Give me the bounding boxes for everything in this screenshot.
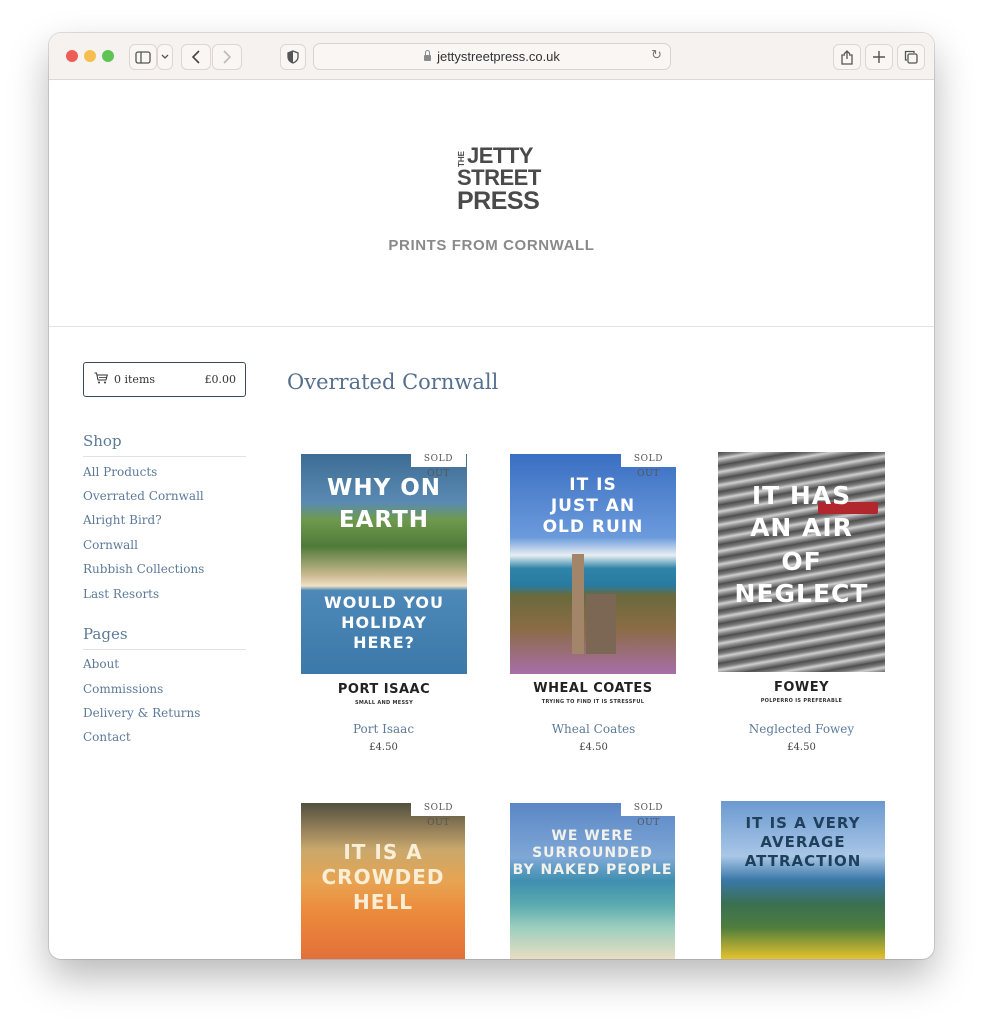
sidebar-toggle-button[interactable]: [129, 44, 157, 70]
chevron-down-icon: [161, 54, 169, 59]
cart-total: £0.00: [204, 373, 237, 386]
poster-subcaption: POLPERRO IS PREFERABLE: [760, 698, 843, 704]
sidebar-link-all-products[interactable]: All Products: [83, 465, 157, 479]
poster-subcaption: TRYING TO FIND IT IS STRESSFUL: [541, 699, 645, 705]
engine-house-chimney: [572, 554, 584, 654]
address-bar[interactable]: jettystreetpress.co.uk ↻: [313, 43, 671, 70]
product-price: £4.50: [787, 742, 816, 753]
poster-text: HERE?: [353, 633, 415, 652]
poster-text: IT IS A: [343, 840, 423, 864]
minimize-window-button[interactable]: [84, 50, 96, 62]
sidebar-link-overrated-cornwall[interactable]: Overrated Cornwall: [83, 489, 204, 503]
cart-item-count: 0 items: [114, 373, 156, 386]
poster-text: IT HAS: [751, 481, 852, 510]
tab-overview-button[interactable]: [897, 44, 925, 70]
poster-text: OLD RUIN: [542, 517, 644, 537]
product-image[interactable]: IT IS A VERY AVERAGE ATTRACTION: [721, 801, 885, 959]
reload-icon[interactable]: ↻: [651, 48, 662, 63]
product-price: £4.50: [369, 742, 398, 753]
product-image[interactable]: WHY ON EARTH WOULD YOU HOLIDAY HERE? POR…: [301, 454, 467, 710]
poster-text: BY NAKED PEOPLE: [512, 862, 673, 878]
poster-text: CROWDED: [321, 865, 445, 889]
logo-line-3: PRESS: [457, 187, 540, 215]
product-price: £4.50: [579, 742, 608, 753]
product-image[interactable]: IT HAS AN AIR OF NEGLECT FOWEY POLPERRO …: [718, 452, 885, 710]
shield-icon: [287, 50, 299, 64]
sidebar-link-contact[interactable]: Contact: [83, 730, 131, 744]
poster-text: IT IS A VERY: [745, 814, 861, 832]
poster-subcaption: SMALL AND MESSY: [355, 700, 413, 706]
site-tagline: PRINTS FROM CORNWALL: [388, 237, 595, 254]
product-card-port-isaac[interactable]: WHY ON EARTH WOULD YOU HOLIDAY HERE? POR…: [299, 451, 468, 761]
poster-caption: WHEAL COATES: [533, 681, 653, 696]
zoom-window-button[interactable]: [102, 50, 114, 62]
shop-heading: Shop: [83, 432, 122, 450]
poster-text: WOULD YOU: [324, 593, 444, 612]
sidebar-link-cornwall[interactable]: Cornwall: [83, 538, 138, 552]
sold-out-badge: SOLD OUT: [621, 801, 676, 828]
product-name[interactable]: Neglected Fowey: [717, 722, 886, 736]
forward-button[interactable]: [212, 44, 242, 70]
engine-house: [586, 594, 616, 654]
product-card-neglected-fowey[interactable]: IT HAS AN AIR OF NEGLECT FOWEY POLPERRO …: [717, 451, 886, 761]
lock-icon: [424, 49, 432, 61]
product-image[interactable]: IT IS JUST AN OLD RUIN WHEAL COATES TRYI…: [510, 454, 676, 710]
close-window-button[interactable]: [66, 50, 78, 62]
poster-text: WE WERE: [551, 828, 634, 844]
sidebar-link-alright-bird[interactable]: Alright Bird?: [83, 513, 162, 527]
browser-toolbar: jettystreetpress.co.uk ↻: [49, 33, 934, 80]
product-card-wheal-coates[interactable]: IT IS JUST AN OLD RUIN WHEAL COATES TRYI…: [509, 451, 678, 761]
sidebar-link-delivery-returns[interactable]: Delivery & Returns: [83, 706, 200, 720]
cart-icon: [94, 372, 108, 384]
share-icon: [841, 49, 853, 65]
browser-window: jettystreetpress.co.uk ↻ THE JETTY STREE…: [49, 33, 934, 959]
poster-text: SURROUNDED: [532, 845, 653, 861]
sold-out-badge: SOLD OUT: [411, 801, 466, 828]
chevron-left-icon: [192, 50, 200, 64]
product-card-average-attraction[interactable]: IT IS A VERY AVERAGE ATTRACTION: [717, 800, 886, 959]
back-button[interactable]: [181, 44, 211, 70]
poster-text: AVERAGE: [760, 833, 846, 851]
cart-summary[interactable]: 0 items £0.00: [83, 362, 246, 397]
site-logo[interactable]: THE JETTY STREET PRESS: [457, 143, 541, 215]
url-text: jettystreetpress.co.uk: [437, 49, 560, 64]
sidebar-link-about[interactable]: About: [83, 657, 119, 671]
sidebar-icon: [135, 50, 151, 64]
poster-text: AN AIR: [750, 513, 853, 542]
sidebar-link-commissions[interactable]: Commissions: [83, 682, 163, 696]
share-button[interactable]: [833, 44, 861, 70]
poster-text: NEGLECT: [734, 579, 869, 608]
privacy-report-button[interactable]: [280, 44, 306, 70]
sidebar-link-last-resorts[interactable]: Last Resorts: [83, 587, 159, 601]
plus-icon: [873, 51, 885, 63]
poster-text: HOLIDAY: [341, 613, 427, 632]
sold-out-badge: SOLD OUT: [411, 452, 466, 479]
sold-out-badge: SOLD OUT: [621, 452, 676, 479]
poster-text: HELL: [353, 890, 413, 914]
product-card-naked-people[interactable]: WE WERE SURROUNDED BY NAKED PEOPLE SOLD …: [509, 800, 678, 959]
tabs-icon: [904, 50, 918, 64]
sidebar-menu-button[interactable]: [157, 44, 173, 70]
poster-text: JUST AN: [550, 496, 636, 516]
poster-text: ATTRACTION: [744, 852, 862, 870]
divider: [83, 649, 246, 650]
divider: [83, 456, 246, 457]
product-name[interactable]: Port Isaac: [299, 722, 468, 736]
poster-text: EARTH: [338, 507, 430, 533]
sidebar-link-rubbish-collections[interactable]: Rubbish Collections: [83, 562, 204, 576]
poster-caption: FOWEY: [773, 680, 830, 695]
chevron-right-icon: [223, 50, 231, 64]
pages-heading: Pages: [83, 625, 128, 643]
poster-text: OF: [781, 547, 822, 576]
product-card-crowded-hell[interactable]: IT IS A CROWDED HELL SOLD OUT: [299, 800, 468, 959]
page-title: Overrated Cornwall: [287, 370, 499, 394]
new-tab-button[interactable]: [865, 44, 893, 70]
poster-caption: PORT ISAAC: [337, 682, 431, 697]
product-name[interactable]: Wheal Coates: [509, 722, 678, 736]
site-header: THE JETTY STREET PRESS PRINTS FROM CORNW…: [49, 80, 934, 327]
